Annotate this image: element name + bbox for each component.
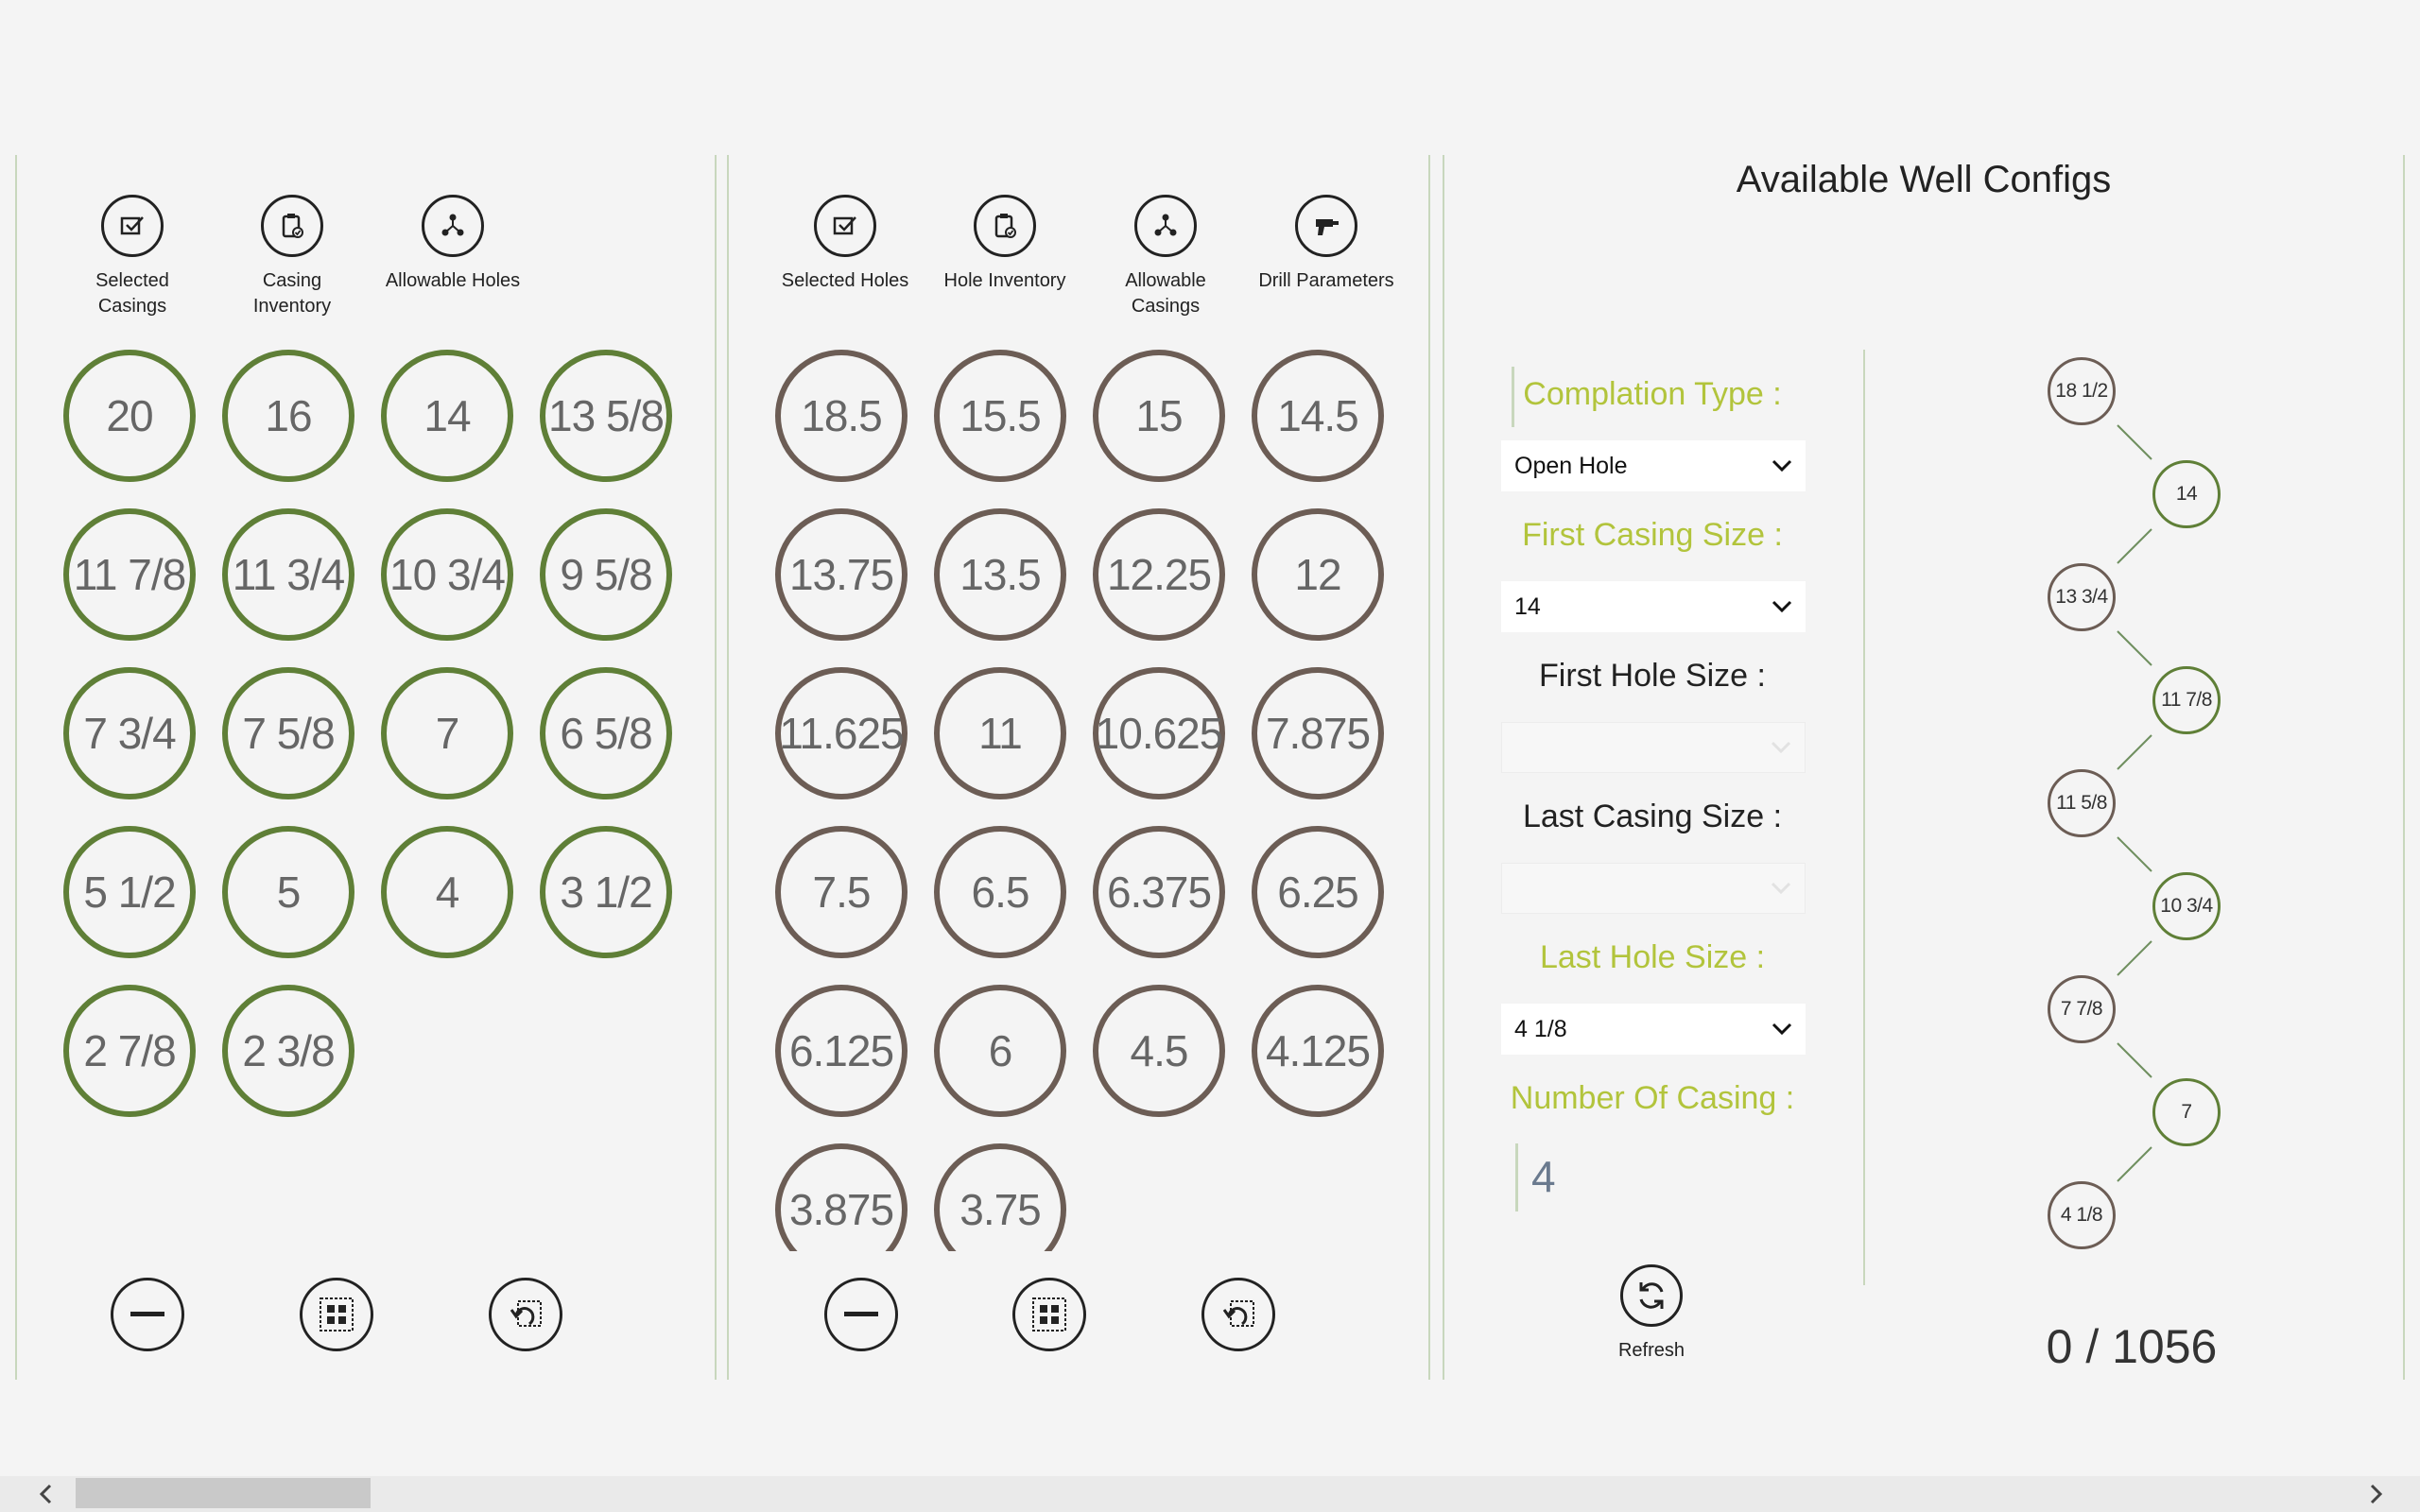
- tree-node-hole: 4 1/8: [2048, 1181, 2116, 1249]
- tree-node-hole: 18 1/2: [2048, 357, 2116, 425]
- chevron-left-icon: [39, 1484, 52, 1504]
- config-tree-connectors: [2117, 424, 2152, 1182]
- scroll-left-button[interactable]: [26, 1476, 64, 1512]
- chevron-right-icon: [2370, 1484, 2383, 1504]
- horizontal-scrollbar[interactable]: [0, 1476, 2420, 1512]
- tree-node-hole: 7 7/8: [2048, 975, 2116, 1043]
- tree-node-hole: 11 5/8: [2048, 769, 2116, 837]
- tree-node-casing: 11 7/8: [2152, 666, 2221, 734]
- scroll-right-button[interactable]: [2358, 1476, 2395, 1512]
- tree-node-casing: 7: [2152, 1078, 2221, 1146]
- tree-node-casing: 14: [2152, 460, 2221, 528]
- config-counter: 0 / 1056: [2046, 1320, 2218, 1373]
- tree-node-hole: 13 3/4: [2048, 563, 2116, 631]
- scrollbar-thumb[interactable]: [76, 1478, 371, 1508]
- tree-node-casing: 10 3/4: [2152, 872, 2221, 940]
